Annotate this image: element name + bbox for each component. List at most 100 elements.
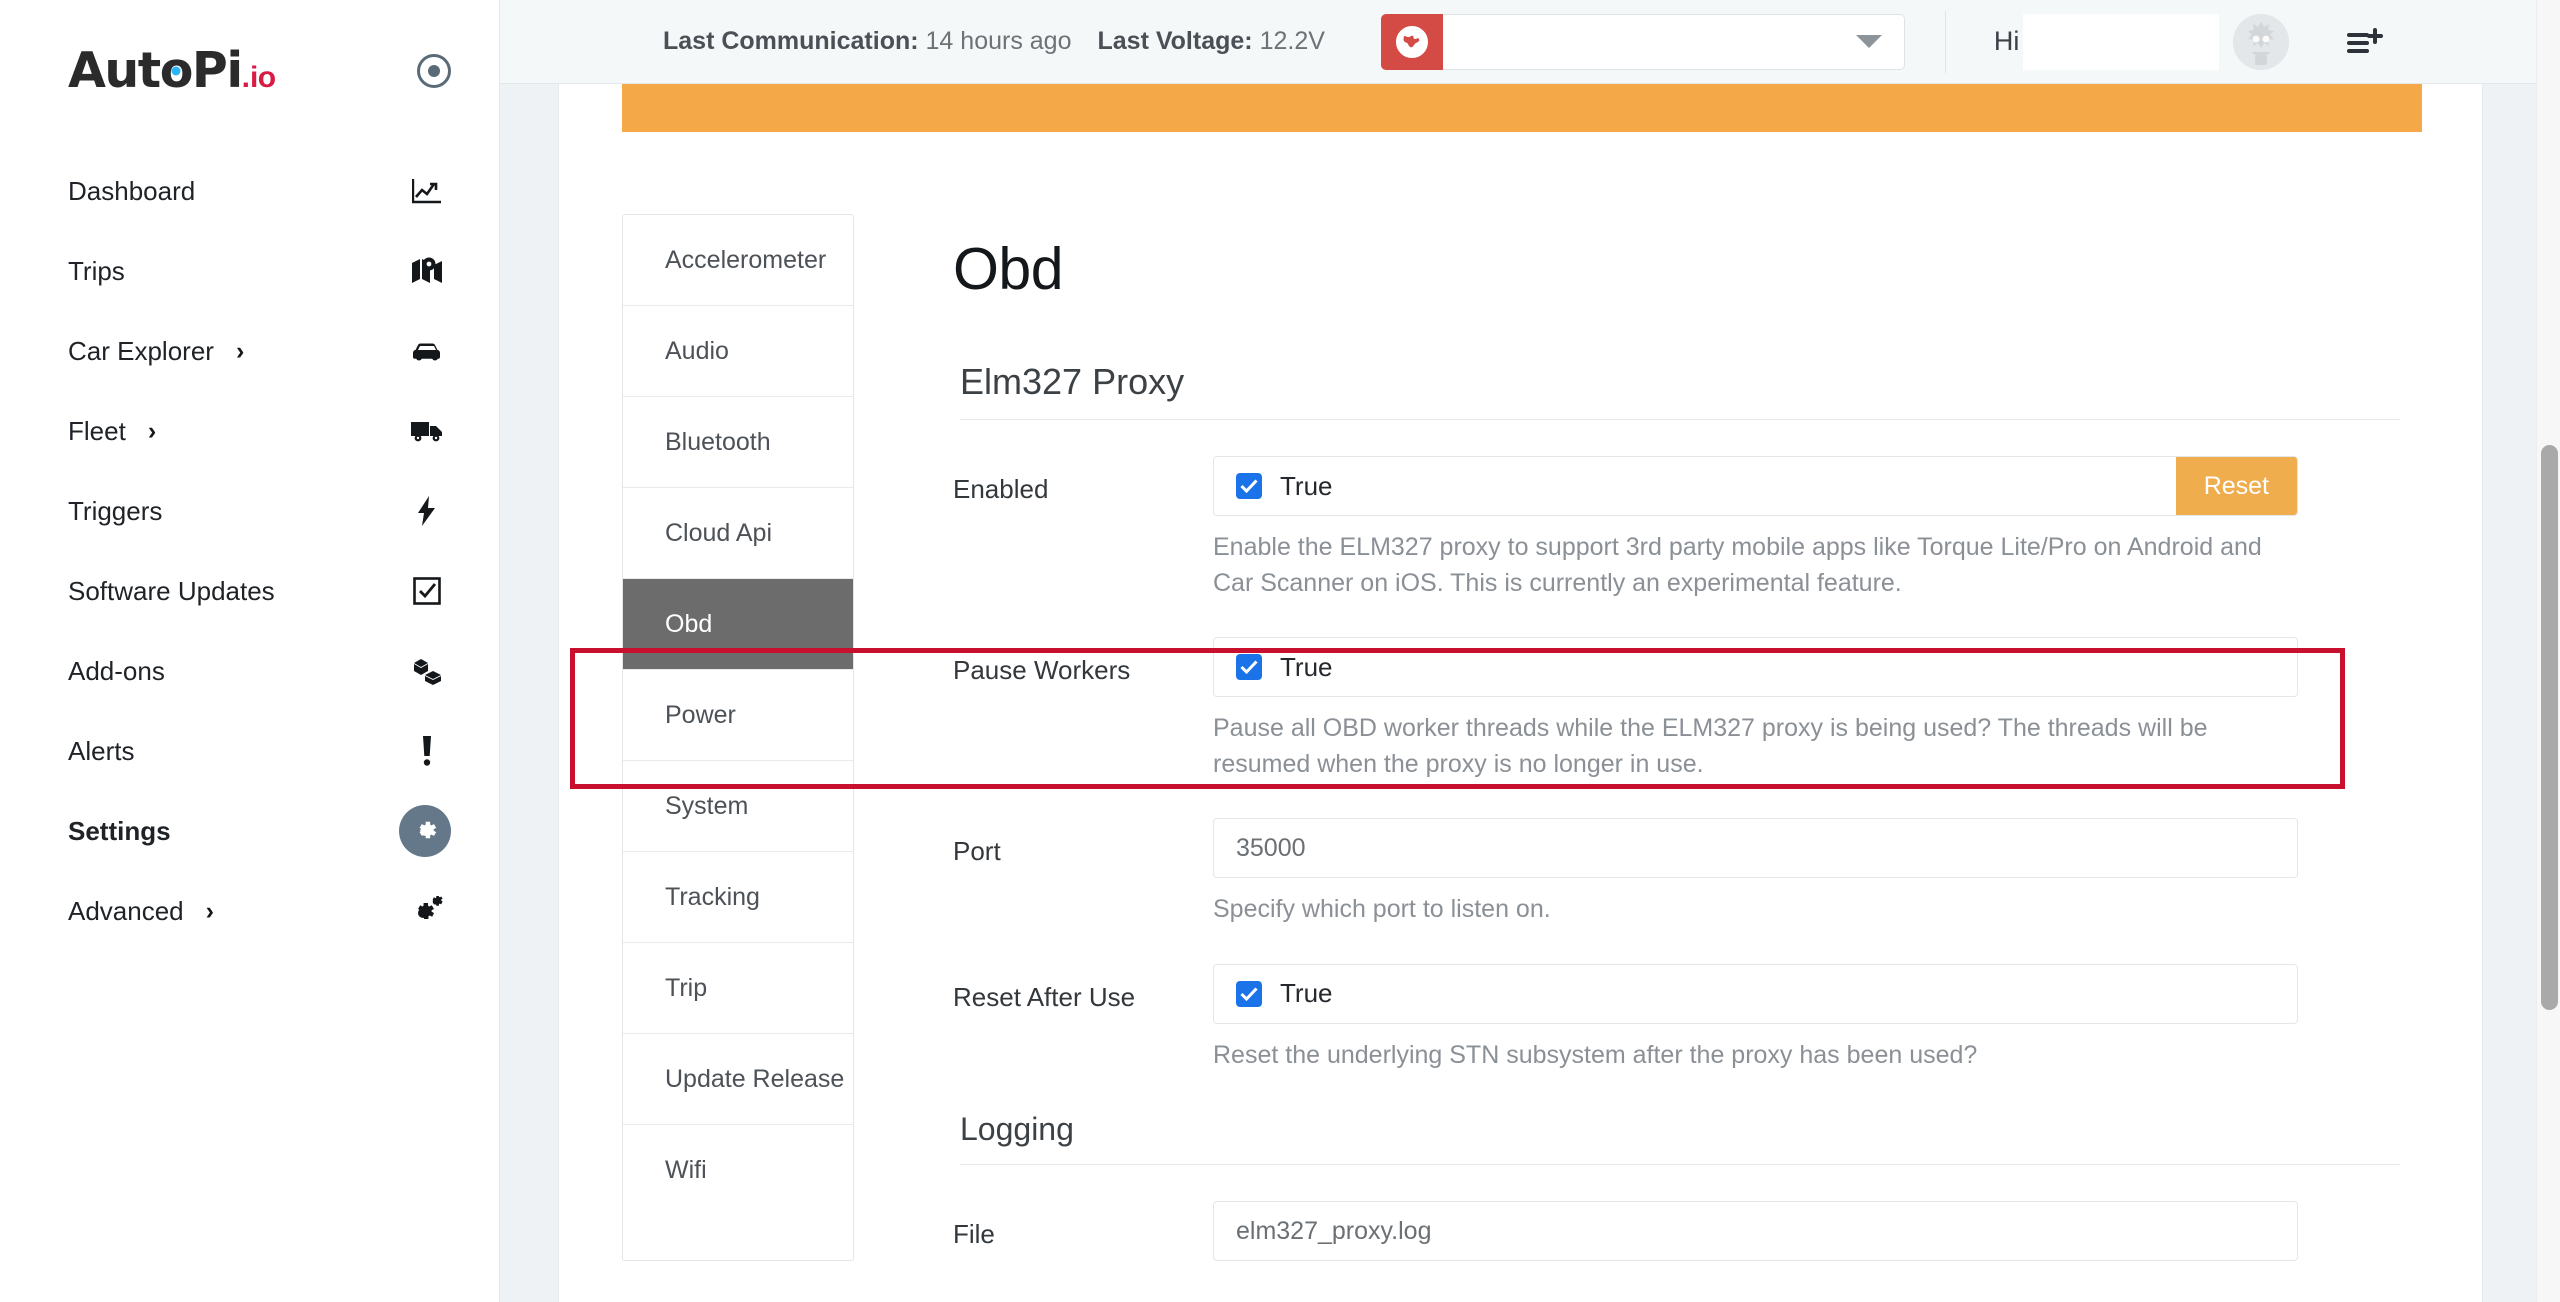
port-input[interactable]: 35000 [1213, 818, 2298, 878]
sidebar-item-software-updates[interactable]: Software Updates [0, 551, 499, 631]
user-area: Hi [1993, 13, 2386, 70]
subnav-item-trip[interactable]: Trip [623, 943, 853, 1034]
gear-icon [399, 805, 451, 857]
last-communication-stat: Last Communication: 14 hours ago [663, 27, 1071, 56]
enabled-input-box: True Reset [1213, 456, 2298, 516]
subnav-item-wifi[interactable]: Wifi [623, 1125, 853, 1216]
field-control-port: 35000 Specify which port to listen on. [1213, 818, 2298, 928]
device-select-dropdown[interactable] [1442, 13, 1905, 70]
boxes-icon [403, 647, 451, 695]
logo-text-pi: Pi [191, 42, 243, 99]
sidebar-item-label: Car Explorer [68, 335, 214, 366]
pause-workers-checkbox[interactable] [1236, 654, 1262, 680]
gears-icon [403, 887, 451, 935]
settings-card: Accelerometer Audio Bluetooth Cloud Api … [558, 84, 2483, 1302]
app-root: AutoPi.io Dashboard Trips Car Explore [0, 0, 2560, 1302]
subnav-item-cloud-api[interactable]: Cloud Api [623, 488, 853, 579]
sidebar-item-fleet[interactable]: Fleet › [0, 391, 499, 471]
sidebar-item-label: Software Updates [68, 575, 275, 606]
sidebar-item-trips[interactable]: Trips [0, 231, 499, 311]
content-scroll-area: Accelerometer Audio Bluetooth Cloud Api … [500, 84, 2560, 1302]
exclamation-icon [403, 727, 451, 775]
sidebar-item-add-ons[interactable]: Add-ons [0, 631, 499, 711]
record-icon-center [428, 64, 440, 77]
sidebar-item-dashboard[interactable]: Dashboard [0, 151, 499, 231]
enabled-value: True [1280, 470, 1333, 501]
main-region: Last Communication: 14 hours ago Last Vo… [500, 0, 2560, 1302]
logo-text-dot: . [241, 61, 250, 94]
subnav-item-accelerometer[interactable]: Accelerometer [623, 215, 853, 306]
last-voltage-stat: Last Voltage: 12.2V [1097, 27, 1324, 56]
reset-after-use-value: True [1280, 978, 1333, 1008]
last-communication-value: 14 hours ago [925, 27, 1072, 55]
device-selector [1380, 13, 1905, 70]
sidebar-item-label: Trips [68, 255, 125, 286]
page-title: Obd [953, 236, 1064, 302]
subnav-item-obd[interactable]: Obd [623, 579, 853, 670]
pause-workers-value: True [1280, 651, 1333, 682]
settings-panel: Accelerometer Audio Bluetooth Cloud Api … [559, 214, 2482, 1261]
reset-after-use-input-box: True [1213, 963, 2298, 1024]
logo-text-aut: Aut [68, 42, 161, 99]
chevron-right-icon: › [205, 896, 214, 925]
logo-blue-dot-icon [171, 66, 181, 75]
check-square-icon [403, 567, 451, 615]
subnav-item-tracking[interactable]: Tracking [623, 852, 853, 943]
field-row-reset-after-use: Reset After Use True Reset the underlyin… [953, 963, 2400, 1074]
main-sidebar: AutoPi.io Dashboard Trips Car Explore [0, 0, 500, 1302]
sidebar-header: AutoPi.io [0, 0, 499, 99]
record-icon[interactable] [417, 53, 451, 88]
sidebar-item-label: Add-ons [68, 655, 165, 686]
last-communication-label: Last Communication: [663, 27, 919, 55]
page-scrollbar-thumb[interactable] [2541, 445, 2558, 1010]
subnav-item-bluetooth[interactable]: Bluetooth [623, 397, 853, 488]
subnav-item-power[interactable]: Power [623, 670, 853, 761]
file-value: elm327_proxy.log [1236, 1216, 1432, 1245]
topbar-divider [1944, 10, 1946, 73]
subnav-item-system[interactable]: System [623, 761, 853, 852]
sidebar-item-label: Dashboard [68, 175, 196, 206]
field-label-port: Port [953, 836, 1001, 866]
pause-workers-input-box: True [1213, 637, 2298, 697]
sidebar-item-triggers[interactable]: Triggers [0, 471, 499, 551]
field-label-enabled: Enabled [953, 474, 1049, 504]
sidebar-item-alerts[interactable]: Alerts [0, 711, 499, 791]
avatar[interactable] [2233, 13, 2290, 70]
reset-after-use-help-text: Reset the underlying STN subsystem after… [1213, 1040, 1978, 1069]
sidebar-item-settings[interactable]: Settings [0, 791, 499, 871]
last-voltage-label: Last Voltage: [1097, 27, 1253, 55]
sidebar-item-label: Fleet [68, 415, 126, 446]
field-row-pause-workers: Pause Workers True Pause all OBD worker … [953, 637, 2400, 782]
chevron-right-icon: › [147, 416, 157, 445]
port-help-text: Specify which port to listen on. [1213, 895, 1551, 923]
field-label-file: File [953, 1219, 995, 1249]
field-row-file: File elm327_proxy.log [953, 1201, 2400, 1261]
reset-after-use-checkbox[interactable] [1236, 980, 1262, 1007]
autopi-logo[interactable]: AutoPi.io [68, 42, 276, 99]
port-value: 35000 [1236, 833, 1306, 862]
field-control-pause-workers: True Pause all OBD worker threads while … [1213, 637, 2298, 782]
truck-icon [403, 407, 451, 455]
section-title-elm327: Elm327 Proxy [960, 361, 2400, 420]
enabled-checkbox[interactable] [1236, 473, 1262, 499]
subnav-item-update-release[interactable]: Update Release [623, 1034, 853, 1125]
sidebar-nav: Dashboard Trips Car Explorer › Fleet › T… [0, 151, 499, 951]
page-scrollbar[interactable] [2536, 0, 2560, 1302]
sidebar-item-car-explorer[interactable]: Car Explorer › [0, 311, 499, 391]
subnav-item-audio[interactable]: Audio [623, 306, 853, 397]
settings-form: Obd Elm327 Proxy Enabled True Reset Enab… [570, 214, 2482, 1261]
chevron-down-icon [1855, 35, 1882, 48]
list-plus-icon[interactable] [2347, 27, 2385, 57]
field-label-reset-after-use: Reset After Use [953, 981, 1136, 1012]
logo-text-io: io [249, 61, 276, 94]
globe-icon[interactable] [1380, 13, 1443, 70]
sidebar-item-advanced[interactable]: Advanced › [0, 871, 499, 951]
file-input[interactable]: elm327_proxy.log [1213, 1201, 2298, 1261]
logo-o-wrapper: o [160, 42, 194, 99]
username-redacted [2023, 13, 2220, 70]
reset-button[interactable]: Reset [2175, 457, 2297, 515]
chevron-right-icon: › [235, 336, 245, 365]
settings-subnav: Accelerometer Audio Bluetooth Cloud Api … [622, 214, 854, 1261]
sidebar-item-label: Triggers [68, 495, 163, 526]
greeting-text: Hi [1993, 26, 2020, 56]
